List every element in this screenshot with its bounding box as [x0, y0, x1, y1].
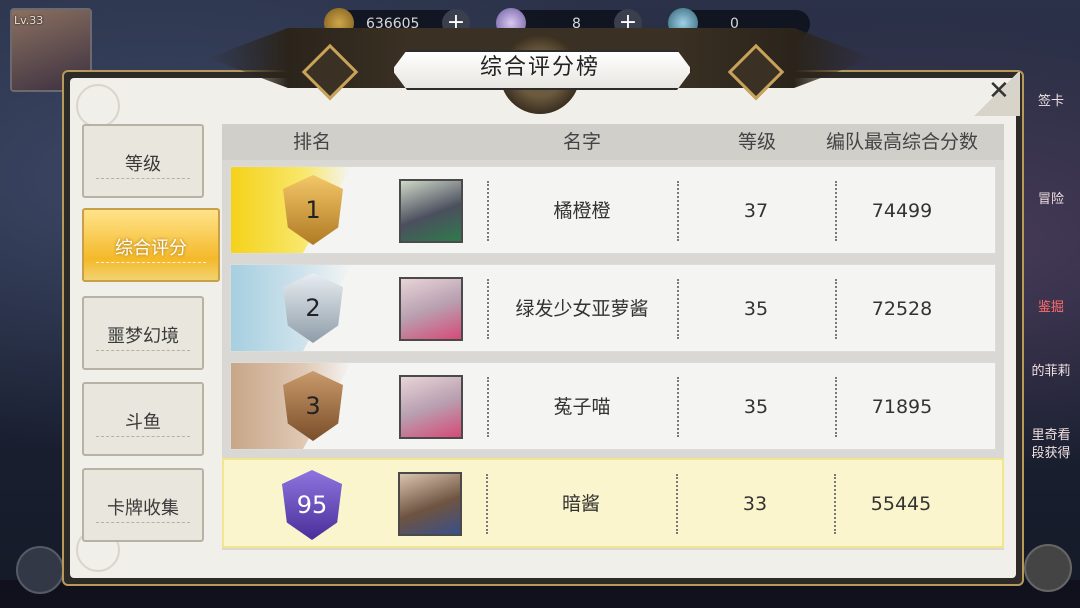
- side-label-3: 鉴掘: [1037, 300, 1064, 315]
- player-score: 72528: [871, 298, 933, 320]
- player-name: 暗酱: [561, 493, 600, 515]
- close-icon[interactable]: ✕: [988, 76, 1010, 106]
- table-row[interactable]: 2 绿发少女亚萝酱 35 72528: [230, 264, 996, 352]
- tab-label: 综合评分: [115, 238, 187, 259]
- table-row[interactable]: 1 橘橙橙 37 74499: [230, 166, 996, 254]
- tab-divider: [96, 350, 190, 351]
- player-portrait[interactable]: [399, 375, 463, 439]
- panel-title: 综合评分榜: [479, 55, 600, 80]
- tab-douyu[interactable]: 斗鱼: [82, 382, 204, 456]
- tab-label: 噩梦幻境: [107, 326, 179, 347]
- player-level: 33: [742, 493, 768, 515]
- chat-icon[interactable]: [16, 546, 64, 594]
- side-label-6: 段获得: [1031, 446, 1071, 461]
- panel-header: 综合评分榜: [208, 28, 874, 114]
- rank-number: 95: [296, 491, 328, 519]
- player-level: Lv.33: [14, 14, 44, 27]
- player-level: 35: [743, 298, 769, 320]
- rank-number: 2: [305, 294, 321, 322]
- player-name: 菟子喵: [553, 396, 611, 418]
- player-score: 71895: [871, 396, 933, 418]
- player-portrait[interactable]: [399, 179, 463, 243]
- tab-divider: [96, 522, 190, 523]
- header-rank: 排名: [292, 131, 331, 153]
- tab-label: 等级: [125, 154, 161, 175]
- side-sign-in[interactable]: 签卡: [1022, 90, 1080, 109]
- leaderboard-table: 排名 名字 等级 编队最高综合分数 1 橘橙橙 37 74499 2 绿发少女亚…: [222, 124, 1004, 550]
- menu-toggle-icon[interactable]: [1024, 544, 1072, 592]
- player-name: 绿发少女亚萝酱: [515, 298, 649, 320]
- header-level: 等级: [737, 131, 776, 153]
- player-level: 35: [743, 396, 769, 418]
- table-row[interactable]: 3 菟子喵 35 71895: [230, 362, 996, 450]
- tab-level[interactable]: 等级: [82, 124, 204, 198]
- player-portrait[interactable]: [398, 472, 462, 536]
- player-name: 橘橙橙: [553, 200, 611, 222]
- side-adventure[interactable]: 冒险: [1022, 188, 1080, 207]
- tab-divider: [96, 436, 190, 437]
- my-rank-row[interactable]: 95 暗酱 33 55445: [222, 458, 1004, 548]
- side-label-5: 里奇看: [1031, 428, 1071, 443]
- tab-divider: [96, 178, 190, 179]
- side-label-4: 的菲莉: [1031, 364, 1071, 379]
- tab-nightmare-realm[interactable]: 噩梦幻境: [82, 296, 204, 370]
- player-score: 74499: [871, 200, 933, 222]
- table-header: 排名 名字 等级 编队最高综合分数: [222, 124, 1004, 160]
- tab-overall-score[interactable]: 综合评分: [82, 208, 220, 282]
- tab-divider: [96, 262, 206, 263]
- header-score: 编队最高综合分数: [825, 131, 978, 153]
- player-portrait[interactable]: [399, 277, 463, 341]
- header-name: 名字: [562, 131, 601, 153]
- tab-label: 卡牌收集: [107, 498, 179, 519]
- rank-number: 1: [305, 196, 321, 224]
- player-level: 37: [743, 200, 769, 222]
- tab-card-collection[interactable]: 卡牌收集: [82, 468, 204, 542]
- corner-ornament-icon: [76, 84, 120, 128]
- rank-number: 3: [305, 392, 321, 420]
- tab-label: 斗鱼: [125, 412, 161, 433]
- player-score: 55445: [870, 493, 932, 515]
